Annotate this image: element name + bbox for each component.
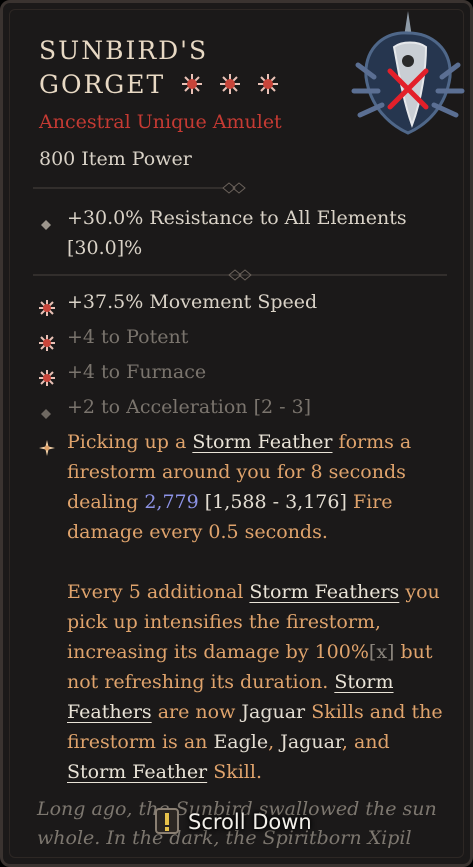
affix-text: +4 to Furnace bbox=[67, 361, 207, 383]
item-tooltip: SUNBIRD'S GORGET Ancestral Unique Amulet… bbox=[0, 0, 473, 867]
unique-text: . bbox=[255, 761, 263, 783]
greater-affix-star-icon bbox=[257, 70, 279, 94]
item-power: 800 Item Power bbox=[39, 148, 192, 170]
diamond-icon bbox=[39, 400, 53, 419]
greater-affix-star-icon bbox=[181, 70, 203, 94]
implicit-affix: +30.0% Resistance to All Elements [30.0]… bbox=[39, 203, 439, 263]
implicit-affix-text: +30.0% Resistance to All Elements [30.0]… bbox=[67, 207, 407, 259]
unique-text: Every 5 additional bbox=[67, 581, 250, 603]
unique-power: Picking up a Storm Feather forms a fires… bbox=[39, 427, 449, 817]
unique-text: , bbox=[268, 731, 281, 753]
storm-feather-link[interactable]: Storm Feather bbox=[67, 761, 207, 783]
affix-text: +37.5% Movement Speed bbox=[67, 291, 318, 313]
unique-text: are now bbox=[151, 701, 242, 723]
unique-text: , and bbox=[341, 731, 390, 753]
scroll-down-button[interactable]: Scroll Down bbox=[154, 806, 312, 838]
jaguar-keyword: Jaguar bbox=[241, 701, 306, 723]
affix-row: +37.5% Movement Speed bbox=[39, 287, 439, 317]
greater-affix-icon bbox=[39, 330, 55, 351]
item-name-line-1: SUNBIRD'S bbox=[39, 36, 209, 65]
exclamation-icon bbox=[154, 807, 180, 837]
divider bbox=[33, 180, 373, 196]
storm-feather-link[interactable]: Storm Feather bbox=[192, 431, 332, 453]
unique-power-paragraph-2: Every 5 additional Storm Feathers you pi… bbox=[67, 577, 449, 787]
greater-affix-stars bbox=[181, 70, 285, 104]
unique-power-paragraph-1: Picking up a Storm Feather forms a fires… bbox=[67, 427, 449, 547]
greater-affix-icon bbox=[39, 295, 55, 316]
affix-text: +4 to Potent bbox=[67, 326, 189, 348]
item-type: Ancestral Unique Amulet bbox=[39, 111, 282, 133]
eagle-keyword: Eagle bbox=[213, 731, 269, 753]
affix-row: +4 to Potent bbox=[39, 322, 439, 352]
jaguar-keyword: Jaguar bbox=[280, 731, 342, 753]
scroll-down-label: Scroll Down bbox=[188, 810, 312, 834]
damage-range: [1,588 - 3,176] bbox=[198, 491, 353, 513]
skill-keyword: Skill bbox=[213, 761, 256, 783]
greater-affix-star-icon bbox=[219, 70, 241, 94]
affix-row: +4 to Furnace bbox=[39, 357, 439, 387]
item-name: SUNBIRD'S GORGET bbox=[39, 34, 285, 104]
amulet-with-red-cross-icon bbox=[346, 7, 470, 137]
greater-affix-icon bbox=[39, 365, 55, 386]
unique-text: Picking up a bbox=[67, 431, 193, 453]
divider bbox=[33, 267, 447, 283]
affix-text: +2 to Acceleration [2 - 3] bbox=[67, 396, 312, 418]
storm-feathers-link[interactable]: Storm Feathers bbox=[249, 581, 399, 603]
diamond-icon bbox=[39, 211, 53, 230]
unique-power-icon bbox=[39, 435, 55, 456]
affix-row: +2 to Acceleration [2 - 3] bbox=[39, 392, 439, 422]
multiplier-tag: [x] bbox=[368, 641, 395, 663]
damage-value: 2,779 bbox=[144, 491, 199, 513]
item-name-line-2: GORGET bbox=[39, 70, 166, 99]
